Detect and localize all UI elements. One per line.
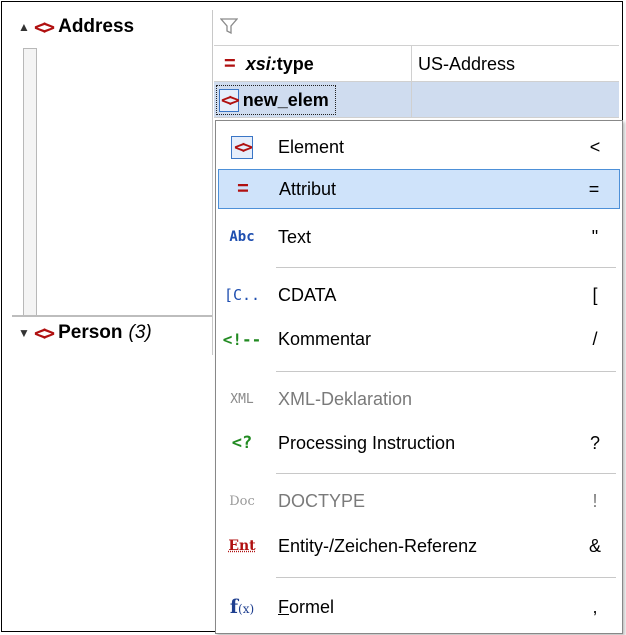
entity-reference-icon: Ent [228,538,256,554]
shortcut-key: ? [589,432,600,453]
xml-grid-view: ▲ <> Address ▼ <> Person (3) = xsi:type [1,1,623,634]
menu-item-xml-deklaration: XML XML-Deklaration [218,379,620,419]
menu-item-element[interactable]: <> Element < [218,127,620,167]
tree-vertical-bar[interactable] [23,48,37,316]
element-icon: <> [219,88,240,112]
menu-item-label: Formel [278,596,335,617]
attribute-icon: = [224,52,236,75]
shortcut-key: / [592,328,598,349]
menu-item-attribut[interactable]: = Attribut = [218,169,620,209]
menu-item-entity-reference[interactable]: Ent Entity-/Zeichen-Referenz & [218,526,620,566]
processing-instruction-icon: <? [231,433,253,453]
shortcut-key: , [592,596,598,617]
tree-node-address[interactable]: ▲ <> Address [18,12,134,42]
shortcut-key: & [588,535,601,556]
menu-item-label: Element [278,136,345,157]
shortcut-key: = [588,178,600,199]
row-divider [12,315,212,317]
shortcut-key: ! [592,490,598,511]
xml-declaration-icon: XML [230,391,254,407]
element-value-cell[interactable] [418,82,618,118]
menu-item-label: CDATA [278,284,337,305]
menu-separator [276,371,616,372]
menu-item-label: Kommentar [278,328,372,349]
menu-item-cdata[interactable]: [C.. CDATA [ [218,275,620,315]
attribute-icon: = [237,177,249,200]
insert-context-menu: <> Element < = Attribut = Abc Text " [C.… [215,120,623,634]
menu-separator [276,473,616,474]
shortcut-key: < [589,136,601,157]
tree-column: ▲ <> Address [12,10,213,355]
element-icon: <> [231,135,253,159]
menu-item-kommentar[interactable]: <!-- Kommentar / [218,319,620,359]
menu-item-label: DOCTYPE [278,490,366,511]
menu-item-formel[interactable]: f(x) Formel , [218,587,620,627]
filter-icon[interactable] [219,17,239,39]
doctype-icon: Doc [229,493,255,509]
element-icon: <> [34,15,55,39]
attribute-grid: = xsi:type US-Address <> new_elem [214,10,619,122]
grid-filter-row [214,10,619,46]
menu-item-label: XML-Deklaration [278,388,413,409]
element-name: new_elem [242,89,329,110]
tree-node-label: Person [58,322,123,343]
text-icon: Abc [229,229,255,245]
tree-node-person[interactable]: ▼ <> Person (3) [18,318,152,348]
menu-item-label: Text [278,226,312,247]
menu-separator [276,267,616,268]
element-icon: <> [34,321,55,345]
menu-item-text[interactable]: Abc Text " [218,217,620,257]
cdata-icon: [C.. [223,286,261,304]
child-count: (3) [128,322,152,343]
collapse-arrow-icon[interactable]: ▲ [18,20,32,34]
formula-icon: f(x) [229,596,255,618]
shortcut-key: [ [592,284,598,305]
attribute-value[interactable]: US-Address [418,54,515,75]
menu-item-label: Processing Instruction [278,432,456,453]
attribute-name[interactable]: xsi:type [246,54,314,75]
expand-arrow-icon[interactable]: ▼ [18,326,32,340]
menu-item-label: Attribut [279,178,337,199]
shortcut-key: " [591,226,599,247]
grid-row-new-elem[interactable]: <> new_elem [214,82,619,118]
tree-node-label: Address [58,16,135,37]
menu-item-label: Entity-/Zeichen-Referenz [278,535,478,556]
new-element-name-editor[interactable]: <> new_elem [216,85,336,115]
menu-item-doctype: Doc DOCTYPE ! [218,481,620,521]
menu-item-processing-instruction[interactable]: <? Processing Instruction ? [218,423,620,463]
comment-icon: <!-- [222,329,262,349]
menu-separator [276,577,616,578]
grid-row-xsi-type[interactable]: = xsi:type US-Address [214,46,619,82]
